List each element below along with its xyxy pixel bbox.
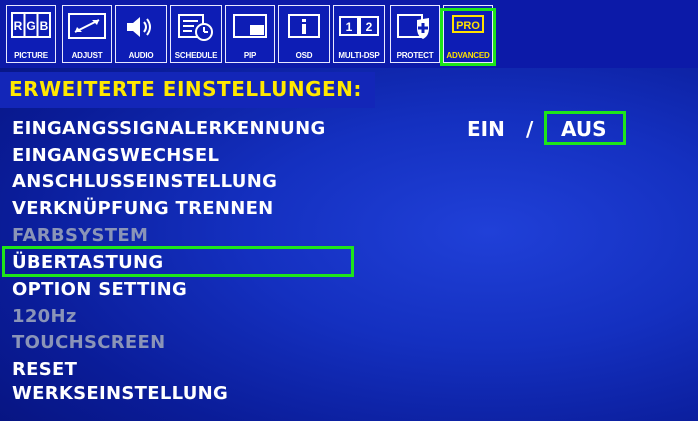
tab-label: OSD (295, 51, 313, 60)
adjust-icon (63, 12, 111, 48)
menu-item-reset[interactable]: RESET (12, 359, 77, 380)
svg-text:R: R (14, 19, 23, 33)
tab-label: PICTURE (14, 51, 48, 60)
tab-audio[interactable]: AUDIO (115, 5, 167, 63)
menu-item-anschlusseinstellung[interactable]: ANSCHLUSSEINSTELLUNG (12, 171, 277, 192)
speaker-icon (116, 12, 166, 48)
selected-item-highlight (2, 246, 354, 277)
schedule-icon (171, 12, 221, 48)
menu-item-touchscreen: TOUCHSCREEN (12, 332, 166, 353)
option-ein[interactable]: EIN (467, 117, 505, 141)
tab-pip[interactable]: PIP (225, 5, 275, 63)
tab-label: AUDIO (128, 51, 154, 60)
tab-label: MULTI-DSP (338, 51, 380, 60)
tab-schedule[interactable]: SCHEDULE (170, 5, 222, 63)
tab-adjust[interactable]: ADJUST (62, 5, 112, 63)
tab-picture[interactable]: R G B PICTURE (6, 5, 56, 63)
menu-item-verknuepfung-trennen[interactable]: VERKNÜPFUNG TRENNEN (12, 198, 274, 219)
info-icon (279, 12, 329, 48)
rgb-icon: R G B (7, 12, 55, 48)
svg-text:1: 1 (346, 20, 353, 34)
svg-text:2: 2 (366, 20, 373, 34)
tab-label: SCHEDULE (174, 51, 218, 60)
tab-protect[interactable]: PROTECT (390, 5, 440, 63)
option-separator: / (526, 117, 534, 141)
menu-item-eingangssignalerkennung[interactable]: EINGANGSSIGNALERKENNUNG (12, 118, 326, 139)
menu-item-eingangswechsel[interactable]: EINGANGSWECHSEL (12, 145, 219, 166)
tab-multi-dsp[interactable]: 1 2 MULTI-DSP (333, 5, 385, 63)
selected-value-highlight (544, 111, 626, 145)
svg-text:G: G (26, 19, 35, 33)
tab-osd[interactable]: OSD (278, 5, 330, 63)
menu-item-farbsystem: FARBSYSTEM (12, 225, 149, 246)
tab-label: PIP (243, 51, 257, 60)
advanced-tab-highlight (440, 8, 496, 66)
svg-text:B: B (40, 19, 49, 33)
menu-item-option-setting[interactable]: OPTION SETTING (12, 279, 187, 300)
tab-label: ADJUST (71, 51, 103, 60)
page-title: ERWEITERTE EINSTELLUNGEN: (9, 77, 362, 101)
pip-icon (226, 12, 274, 48)
shield-icon (391, 12, 439, 48)
menu-item-120hz: 120Hz (12, 306, 77, 327)
multi-display-icon: 1 2 (334, 12, 384, 48)
tab-bar: R G B PICTURE ADJUST AUDIO SCHEDULE PIP … (0, 0, 698, 68)
menu-item-werkseinstellung[interactable]: WERKSEINSTELLUNG (12, 383, 228, 404)
tab-label: PROTECT (396, 51, 434, 60)
